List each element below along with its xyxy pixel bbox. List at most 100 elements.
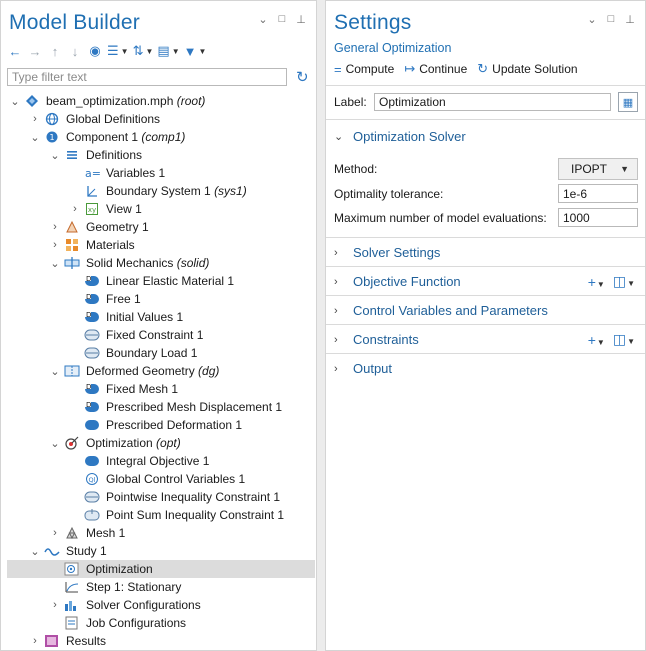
chevron-right-icon[interactable]: › (49, 221, 61, 233)
chevron-right-icon: › (334, 333, 338, 346)
move-down-icon[interactable]: ↓ (67, 42, 83, 60)
tree-item-label: Pointwise Inequality Constraint 1 (106, 490, 281, 504)
method-select[interactable]: IPOPT ▼ (558, 158, 638, 180)
settings-subtitle: General Optimization (334, 41, 452, 55)
chevron-down-icon[interactable]: ⌄ (49, 149, 61, 162)
view-options-icon[interactable]: ▤ ▼ (157, 42, 179, 60)
tree-item[interactable]: › Materials (7, 236, 315, 254)
tree-item[interactable]: Point Sum Inequality Constraint 1 (7, 506, 315, 524)
tree-filter-input[interactable] (7, 68, 287, 86)
add-icon[interactable]: +▼ (588, 332, 605, 348)
tree-item[interactable]: Boundary System 1 (sys1) (7, 182, 315, 200)
chevron-right-icon[interactable]: › (29, 113, 41, 125)
table-options-icon[interactable]: ◫▼ (613, 273, 635, 290)
chevron-down-icon[interactable]: ⌄ (29, 131, 41, 144)
table-options-icon[interactable]: ◫▼ (613, 331, 635, 348)
tree-item[interactable]: ⌄ Solid Mechanics (solid) (7, 254, 315, 272)
sort-icon[interactable]: ⇅ ▼ (133, 42, 154, 60)
minimize-icon[interactable]: □ (277, 13, 287, 26)
forward-arrow-icon[interactable]: → (27, 42, 43, 60)
chevron-down-icon[interactable]: ⌄ (258, 13, 268, 26)
settings-panel: Settings ⌄ □ ⊥ General Optimization = Com… (325, 0, 646, 651)
max-evaluations-input[interactable] (558, 208, 638, 227)
svg-text:D: D (86, 311, 91, 319)
tree-item[interactable]: ⌄ Optimization (opt) (7, 434, 315, 452)
tree-item[interactable]: D Initial Values 1 (7, 308, 315, 326)
section-objective-function[interactable]: › Objective Function +▼ ◫▼ (326, 267, 645, 296)
refresh-icon[interactable]: ↻ (296, 68, 309, 86)
tree-item[interactable]: ⌄ Study 1 (7, 542, 315, 560)
tree-item[interactable]: Pointwise Inequality Constraint 1 (7, 488, 315, 506)
boundary-feature-icon (84, 490, 100, 504)
tree-item[interactable]: ⌄ beam_optimization.mph (root) (7, 92, 315, 110)
domain-feature-icon: D (84, 274, 100, 288)
update-solution-button[interactable]: ↻ Update Solution (477, 61, 577, 77)
tree-item[interactable]: D Prescribed Mesh Displacement 1 (7, 398, 315, 416)
tree-item-label: Free 1 (106, 292, 141, 306)
section-optimization-solver[interactable]: ⌄ Optimization Solver (326, 122, 645, 151)
tree-item-label: Variables 1 (106, 166, 166, 180)
back-arrow-icon[interactable]: ← (7, 42, 23, 60)
tree-item[interactable]: Boundary Load 1 (7, 344, 315, 362)
svg-text:Ql: Ql (89, 476, 96, 484)
add-icon[interactable]: +▼ (588, 274, 605, 290)
chevron-down-icon[interactable]: ⌄ (9, 95, 21, 108)
tree-item[interactable]: Job Configurations (7, 614, 315, 632)
tree-item-label: Point Sum Inequality Constraint 1 (106, 508, 285, 522)
minimize-icon[interactable]: □ (606, 13, 616, 26)
show-icon[interactable]: ◉ (87, 42, 103, 60)
section-output[interactable]: › Output (326, 354, 645, 383)
chevron-right-icon[interactable]: › (49, 239, 61, 251)
stationary-step-icon (64, 580, 80, 594)
pin-icon[interactable]: ⊥ (296, 13, 306, 26)
chevron-down-icon[interactable]: ⌄ (587, 13, 597, 26)
deformed-geometry-icon (64, 364, 80, 378)
section-control-variables[interactable]: › Control Variables and Parameters (326, 296, 645, 325)
chevron-down-icon[interactable]: ⌄ (49, 437, 61, 450)
tree-item[interactable]: ⌄ 1 Component 1 (comp1) (7, 128, 315, 146)
tree-item[interactable]: ⌄ Deformed Geometry (dg) (7, 362, 315, 380)
svg-text:D: D (86, 383, 91, 391)
tree-item-label: Boundary Load 1 (106, 346, 198, 360)
chevron-right-icon[interactable]: › (69, 203, 81, 215)
chevron-down-icon[interactable]: ⌄ (29, 545, 41, 558)
move-up-icon[interactable]: ↑ (47, 42, 63, 60)
tree-item-label: Optimization (opt) (86, 436, 181, 450)
tree-item[interactable]: › Global Definitions (7, 110, 315, 128)
tree-item[interactable]: D Free 1 (7, 290, 315, 308)
tree-item[interactable]: Fixed Constraint 1 (7, 326, 315, 344)
tree-item[interactable]: Ql Global Control Variables 1 (7, 470, 315, 488)
section-constraints[interactable]: › Constraints +▼ ◫▼ (326, 325, 645, 354)
tree-item[interactable]: D Linear Elastic Material 1 (7, 272, 315, 290)
expand-sections-icon[interactable]: ☰ ▼ (107, 42, 129, 60)
tree-item[interactable]: Step 1: Stationary (7, 578, 315, 596)
tree-item[interactable]: ⌄ Definitions (7, 146, 315, 164)
tree-item[interactable]: › xy View 1 (7, 200, 315, 218)
compute-button[interactable]: = Compute (334, 62, 394, 77)
tree-item[interactable]: Integral Objective 1 (7, 452, 315, 470)
tree-item[interactable]: › Mesh 1 (7, 524, 315, 542)
tree-item[interactable]: › Geometry 1 (7, 218, 315, 236)
label-caption: Label: (334, 95, 367, 109)
section-solver-settings[interactable]: › Solver Settings (326, 238, 645, 267)
continue-button[interactable]: ↦ Continue (404, 61, 467, 77)
tree-item[interactable]: D Fixed Mesh 1 (7, 380, 315, 398)
chevron-right-icon[interactable]: › (49, 527, 61, 539)
tree-item[interactable]: Optimization (7, 560, 315, 578)
chevron-right-icon[interactable]: › (49, 599, 61, 611)
tolerance-input[interactable] (558, 184, 638, 203)
study-icon (44, 544, 60, 558)
chevron-right-icon[interactable]: › (29, 635, 41, 647)
tree-item[interactable]: Prescribed Deformation 1 (7, 416, 315, 434)
build-icon[interactable]: ▼ ▼ (184, 42, 207, 60)
tree-item[interactable]: › Solver Configurations (7, 596, 315, 614)
pin-icon[interactable]: ⊥ (625, 13, 635, 26)
chevron-down-icon[interactable]: ⌄ (49, 365, 61, 378)
label-input[interactable] (374, 93, 611, 111)
variables-icon: a= (84, 166, 100, 180)
label-options-icon[interactable]: ▦ (618, 92, 638, 112)
chevron-down-icon[interactable]: ⌄ (49, 257, 61, 270)
tree-item[interactable]: a= Variables 1 (7, 164, 315, 182)
tree-item-label: Prescribed Deformation 1 (106, 418, 243, 432)
tree-item[interactable]: › Results (7, 632, 315, 650)
